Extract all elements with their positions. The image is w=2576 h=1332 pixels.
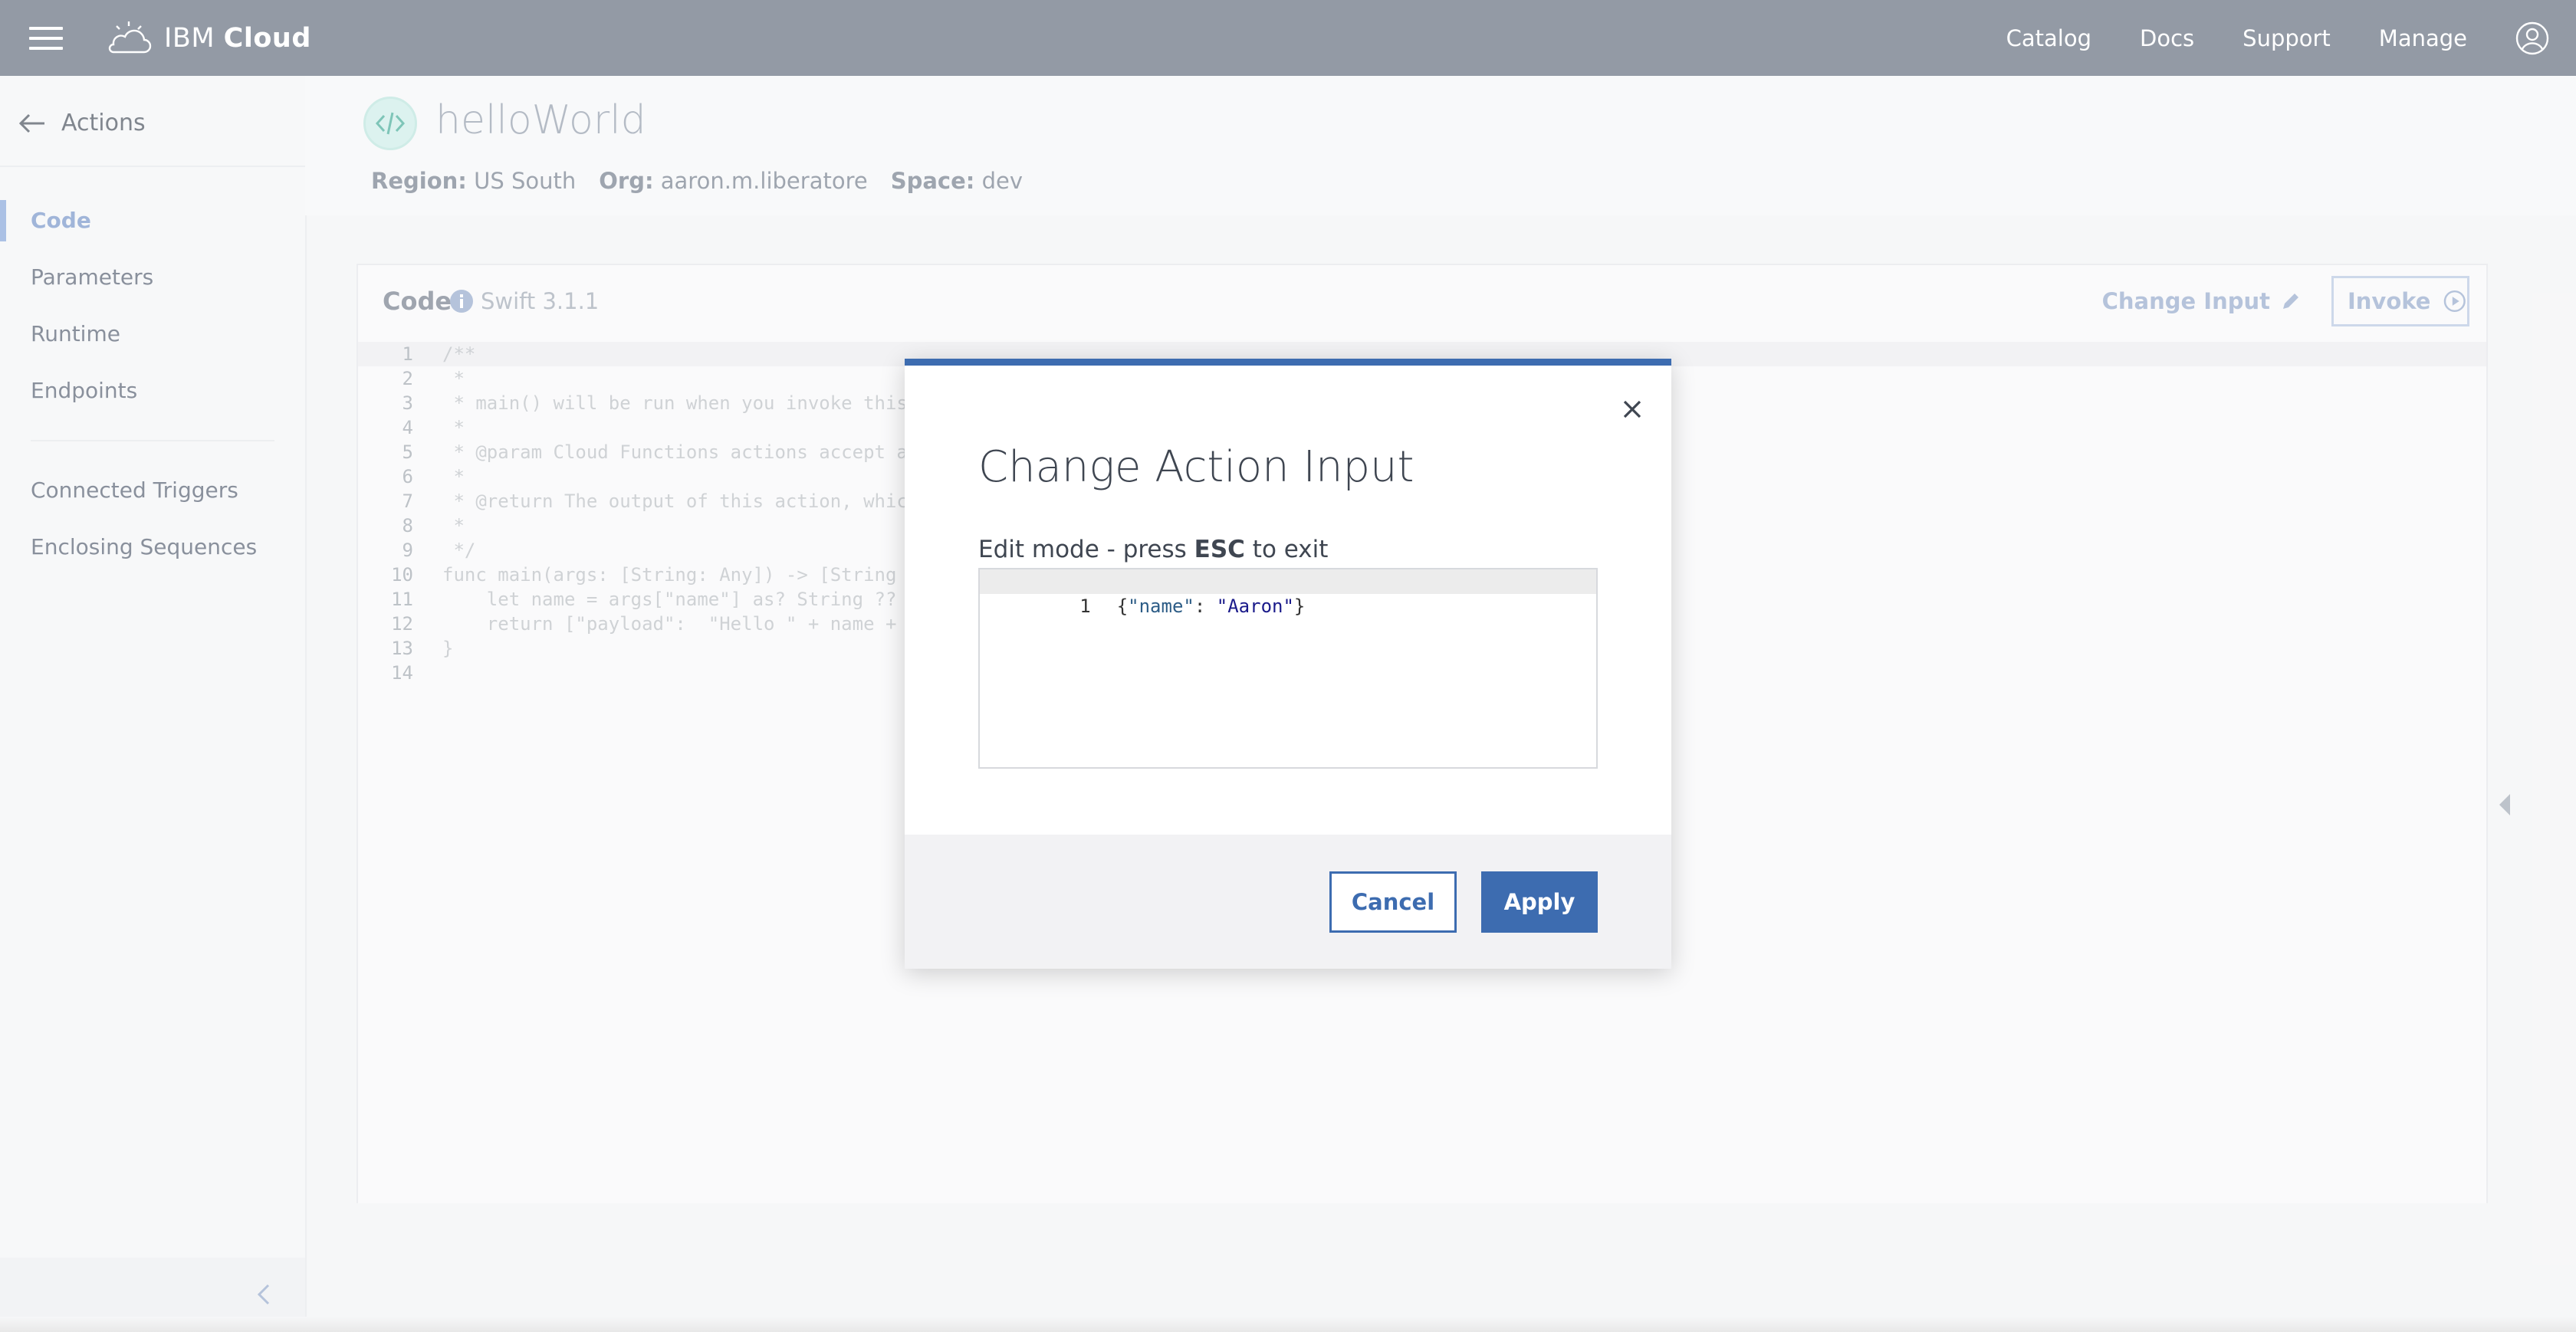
apply-button[interactable]: Apply: [1481, 871, 1598, 933]
line-number: 1: [1079, 595, 1091, 617]
json-input-editor[interactable]: 1 {"name": "Aaron"}: [978, 568, 1598, 769]
modal-title: Change Action Input: [978, 442, 1414, 492]
json-text: {"name": "Aaron"}: [1116, 595, 1306, 617]
change-input-modal: Change Action Input Edit mode - press ES…: [905, 359, 1671, 969]
editor-line: 1 {"name": "Aaron"}: [980, 569, 1596, 617]
modal-footer: Cancel Apply: [905, 835, 1671, 969]
close-icon[interactable]: [1621, 398, 1644, 421]
edit-mode-hint: Edit mode - press ESC to exit: [978, 536, 1329, 563]
cancel-button[interactable]: Cancel: [1329, 871, 1457, 933]
